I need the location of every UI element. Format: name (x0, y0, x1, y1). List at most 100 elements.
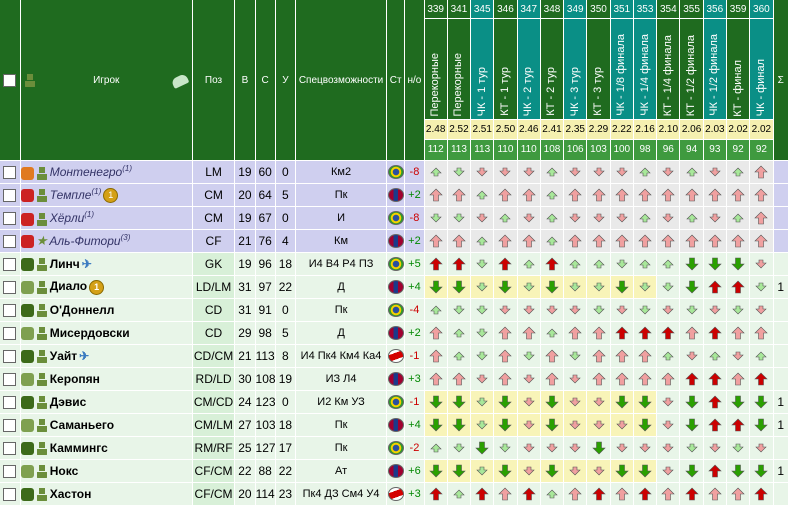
player-name-cell[interactable]: Керопян (20, 367, 193, 391)
row-checkbox[interactable] (3, 281, 17, 295)
row-select-cell[interactable] (0, 275, 21, 299)
match-label-cell[interactable]: КТ - 1/2 финала (679, 18, 704, 121)
row-checkbox[interactable] (3, 442, 17, 456)
fit-header[interactable]: У (275, 0, 297, 161)
row-select-cell[interactable] (0, 482, 21, 506)
match-label-cell[interactable]: ЧК - 1/8 финала (610, 18, 634, 121)
row-checkbox[interactable] (3, 189, 17, 203)
row-select-cell[interactable] (0, 367, 21, 391)
player-name-cell[interactable]: Саманьего (20, 413, 193, 437)
player-row[interactable]: Мисердовски CD 29 98 5 Д +2 (0, 321, 790, 345)
match-label-cell[interactable]: ЧК - финал (749, 18, 774, 121)
player-header[interactable]: Игрок (20, 0, 193, 161)
row-checkbox[interactable] (3, 396, 17, 410)
special-header[interactable]: Спецвозможности (295, 0, 388, 161)
row-select-cell[interactable] (0, 436, 21, 460)
match-number[interactable]: 355 (679, 0, 704, 20)
player-name-cell[interactable]: ★ Аль-Фитори(3) (20, 229, 193, 253)
row-select-cell[interactable] (0, 183, 21, 207)
row-checkbox[interactable] (3, 419, 17, 433)
match-number[interactable]: 353 (633, 0, 658, 20)
row-checkbox[interactable] (3, 488, 17, 502)
match-number[interactable]: 350 (586, 0, 611, 20)
player-name-cell[interactable]: Нокс (20, 459, 193, 483)
row-select-cell[interactable] (0, 298, 21, 322)
player-name-cell[interactable]: Темпле(1) 1 (20, 183, 193, 207)
select-all-checkbox[interactable] (3, 73, 17, 87)
player-name[interactable]: Хастон (50, 487, 92, 501)
form-header[interactable]: н/о (404, 0, 425, 161)
player-row[interactable]: ★ Аль-Фитори(3) CF 21 76 4 Км +2 (0, 229, 790, 253)
player-name[interactable]: Каммингс (50, 441, 108, 455)
match-label-cell[interactable]: КТ - 1 тур (493, 18, 518, 121)
row-checkbox[interactable] (3, 327, 17, 341)
player-name[interactable]: Дэвис (50, 395, 87, 409)
player-row[interactable]: Дэвис CM/CD 24 123 0 И2 Км УЗ -1 1 (0, 390, 790, 414)
player-name[interactable]: Нокс (50, 464, 79, 478)
match-label-cell[interactable]: КТ - 3 тур (586, 18, 611, 121)
match-number[interactable]: 360 (749, 0, 774, 20)
row-checkbox[interactable] (3, 350, 17, 364)
player-name-cell[interactable]: Монтенегро(1) (20, 160, 193, 184)
match-number[interactable]: 359 (726, 0, 751, 20)
row-select-cell[interactable] (0, 321, 21, 345)
player-name[interactable]: Линч (50, 257, 80, 271)
row-select-cell[interactable] (0, 413, 21, 437)
player-name-cell[interactable]: Дэвис (20, 390, 193, 414)
row-checkbox[interactable] (3, 304, 17, 318)
player-row[interactable]: Монтенегро(1) LM 19 60 0 Км2 -8 (0, 160, 790, 184)
row-select-cell[interactable] (0, 229, 21, 253)
match-number[interactable]: 346 (493, 0, 518, 20)
match-label-cell[interactable]: Перекорные (424, 18, 448, 121)
row-select-cell[interactable] (0, 344, 21, 368)
player-name[interactable]: Хёрли (50, 211, 85, 225)
player-row[interactable]: Линч ✈ GK 19 96 18 И4 В4 Р4 ПЗ +5 (0, 252, 790, 276)
player-row[interactable]: Нокс CF/CM 22 88 22 Ат +6 1 (0, 459, 790, 483)
player-row[interactable]: Уайт ✈ CD/CM 21 113 8 И4 Пк4 Км4 Ка4 -1 (0, 344, 790, 368)
player-name[interactable]: Керопян (50, 372, 100, 386)
row-checkbox[interactable] (3, 212, 17, 226)
player-name[interactable]: Уайт (50, 349, 77, 363)
player-name[interactable]: Диало (50, 279, 87, 293)
match-label-cell[interactable]: Перекорные (447, 18, 472, 121)
player-name[interactable]: Монтенегро (50, 165, 123, 179)
match-number[interactable]: 347 (517, 0, 541, 20)
row-checkbox[interactable] (3, 373, 17, 387)
player-name[interactable]: Темпле (50, 188, 92, 202)
row-checkbox[interactable] (3, 166, 17, 180)
player-name-cell[interactable]: О'Доннелл (20, 298, 193, 322)
player-name-cell[interactable]: Хастон (20, 482, 193, 506)
player-name[interactable]: Мисердовски (50, 326, 130, 340)
match-label-cell[interactable]: ЧК - 1/2 финала (703, 18, 727, 121)
match-label-cell[interactable]: КТ - финал (726, 18, 751, 121)
row-checkbox[interactable] (3, 465, 17, 479)
player-name-cell[interactable]: Диало 1 (20, 275, 193, 299)
player-name-cell[interactable]: Линч ✈ (20, 252, 193, 276)
player-row[interactable]: Каммингс RM/RF 25 127 17 Пк -2 (0, 436, 790, 460)
match-label-cell[interactable]: ЧК - 1 тур (470, 18, 495, 121)
row-select-cell[interactable] (0, 252, 21, 276)
pos-header[interactable]: Поз (192, 0, 236, 161)
match-number[interactable]: 341 (447, 0, 472, 20)
player-row[interactable]: О'Доннелл CD 31 91 0 Пк -4 (0, 298, 790, 322)
player-row[interactable]: Керопян RD/LD 30 108 19 ИЗ Л4 +3 (0, 367, 790, 391)
player-name[interactable]: Саманьего (50, 418, 114, 432)
country-header[interactable]: Ст (386, 0, 406, 161)
match-label-cell[interactable]: КТ - 1/4 финала (656, 18, 681, 121)
match-number[interactable]: 339 (424, 0, 448, 20)
player-row[interactable]: Темпле(1) 1 CM 20 64 5 Пк +2 (0, 183, 790, 207)
player-row[interactable]: Саманьего CM/LM 27 103 18 Пк +4 1 (0, 413, 790, 437)
player-name[interactable]: Аль-Фитори (49, 234, 120, 248)
sum-header[interactable]: Σ (773, 0, 790, 161)
row-select-cell[interactable] (0, 390, 21, 414)
player-name-cell[interactable]: Хёрли(1) (20, 206, 193, 230)
match-number[interactable]: 349 (563, 0, 588, 20)
player-name[interactable]: О'Доннелл (50, 303, 115, 317)
row-select-cell[interactable] (0, 459, 21, 483)
skill-header[interactable]: С (255, 0, 276, 161)
row-select-cell[interactable] (0, 160, 21, 184)
player-name-cell[interactable]: Мисердовски (20, 321, 193, 345)
match-number[interactable]: 348 (540, 0, 565, 20)
age-header[interactable]: В (234, 0, 256, 161)
row-checkbox[interactable] (3, 258, 17, 272)
